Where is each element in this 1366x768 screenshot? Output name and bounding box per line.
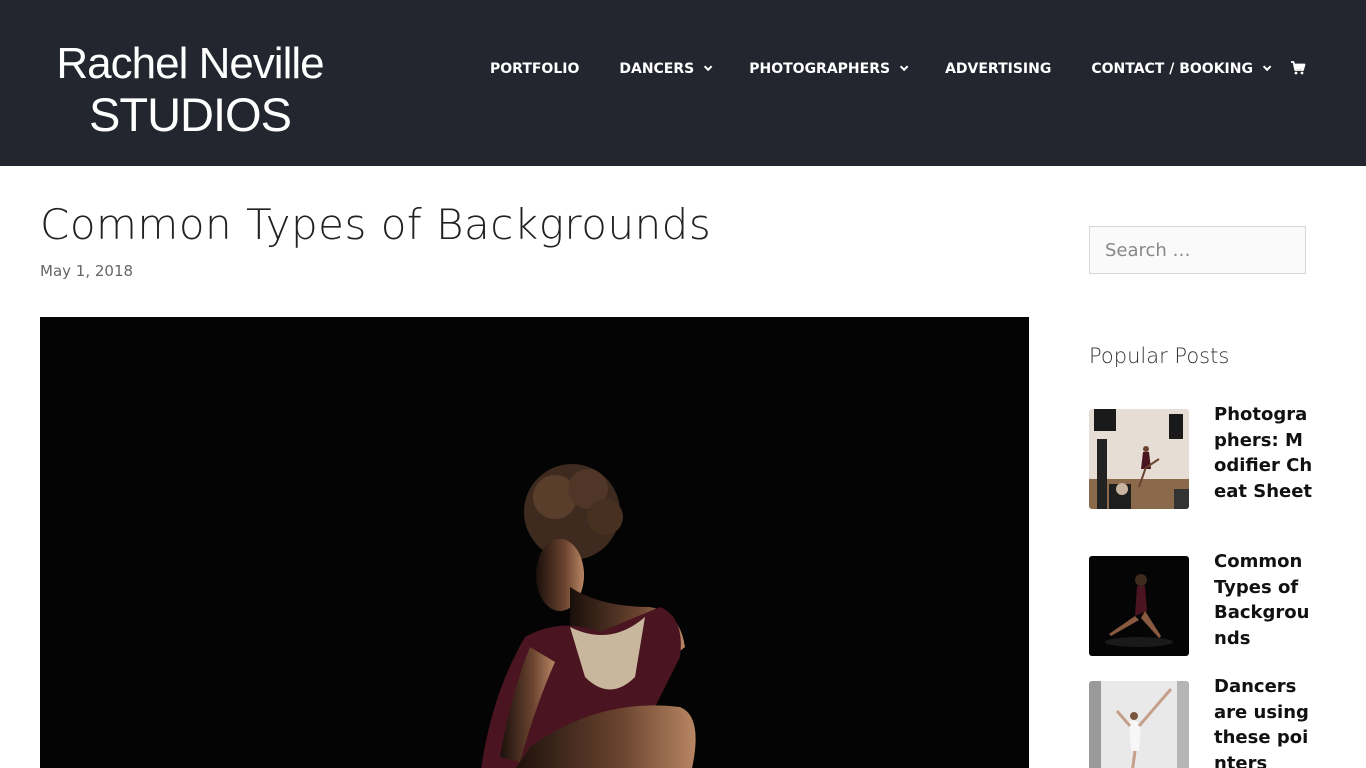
post-title: Common Types of Backgrounds	[40, 200, 712, 249]
studio-photo	[1089, 409, 1189, 509]
cart-icon[interactable]	[1290, 60, 1306, 76]
popular-posts-title: Popular Posts	[1089, 344, 1230, 368]
dancer-pose-photo	[1089, 681, 1189, 768]
search-box	[1089, 226, 1306, 274]
featured-image	[40, 317, 1029, 768]
post-date[interactable]: May 1, 2018	[40, 262, 133, 280]
nav-label: PORTFOLIO	[490, 61, 580, 77]
popular-post-link[interactable]: Dancers are using these pointers	[1214, 674, 1314, 768]
popular-post-thumbnail[interactable]	[1089, 556, 1189, 656]
nav-item-contact-booking[interactable]: CONTACT / BOOKING	[1091, 61, 1272, 77]
main-navigation: PORTFOLIO DANCERS PHOTOGRAPHERS ADVERTIS…	[490, 58, 1272, 80]
site-header: Rachel Neville STUDIOS PORTFOLIO DANCERS…	[0, 0, 1366, 166]
search-input[interactable]	[1090, 227, 1305, 273]
popular-post-link[interactable]: Photographers: Modifier Cheat Sheet	[1214, 402, 1314, 504]
site-logo[interactable]: Rachel Neville STUDIOS	[50, 40, 330, 140]
logo-text-line1: Rachel Neville	[56, 39, 324, 88]
logo-text-line2: STUDIOS	[89, 88, 292, 141]
dancer-photo	[40, 317, 1029, 768]
nav-label: CONTACT / BOOKING	[1091, 61, 1253, 77]
popular-post-link[interactable]: Common Types of Backgrounds	[1214, 549, 1314, 651]
nav-item-photographers[interactable]: PHOTOGRAPHERS	[749, 61, 909, 77]
nav-label: PHOTOGRAPHERS	[749, 61, 891, 77]
chevron-down-icon	[1262, 62, 1272, 72]
nav-item-dancers[interactable]: DANCERS	[619, 61, 713, 77]
nav-item-advertising[interactable]: ADVERTISING	[945, 61, 1051, 77]
chevron-down-icon	[899, 62, 909, 72]
dancer-thumbnail-photo	[1089, 556, 1189, 656]
cart-icon-graphic	[1291, 61, 1306, 75]
popular-post-thumbnail[interactable]	[1089, 681, 1189, 768]
nav-label: DANCERS	[619, 61, 695, 77]
nav-label: ADVERTISING	[945, 61, 1052, 77]
nav-item-portfolio[interactable]: PORTFOLIO	[490, 61, 579, 77]
popular-post-thumbnail[interactable]	[1089, 409, 1189, 509]
chevron-down-icon	[704, 62, 713, 72]
